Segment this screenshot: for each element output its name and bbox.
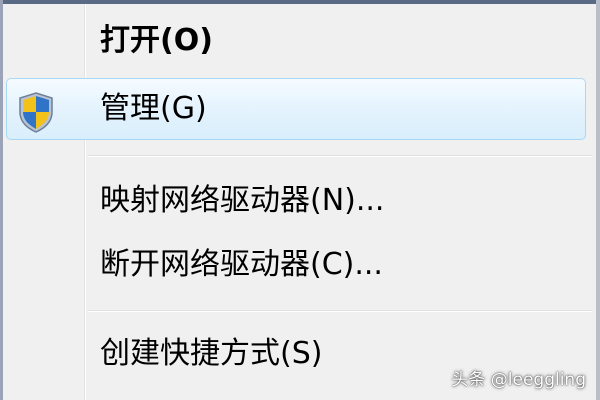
menu-item-create-shortcut-label: 创建快捷方式(S)	[100, 336, 323, 371]
menu-item-manage-label: 管理(G)	[100, 91, 207, 126]
menu-separator	[88, 310, 592, 312]
menu-item-disconnect-network-drive[interactable]: 断开网络驱动器(C)...	[0, 234, 600, 296]
menu-top-border	[0, 0, 600, 4]
menu-separator	[88, 155, 592, 157]
menu-item-manage[interactable]: 管理(G)	[0, 78, 600, 140]
menu-item-map-network-drive[interactable]: 映射网络驱动器(N)...	[0, 170, 600, 232]
menu-item-disconnect-network-drive-label: 断开网络驱动器(C)...	[100, 247, 383, 282]
menu-item-map-network-drive-label: 映射网络驱动器(N)...	[100, 183, 385, 218]
menu-item-open[interactable]: 打开(O)	[0, 10, 600, 72]
menu-item-open-label: 打开(O)	[100, 23, 213, 58]
watermark: 头条 @leeggling	[451, 370, 586, 390]
uac-shield-icon	[19, 92, 53, 133]
